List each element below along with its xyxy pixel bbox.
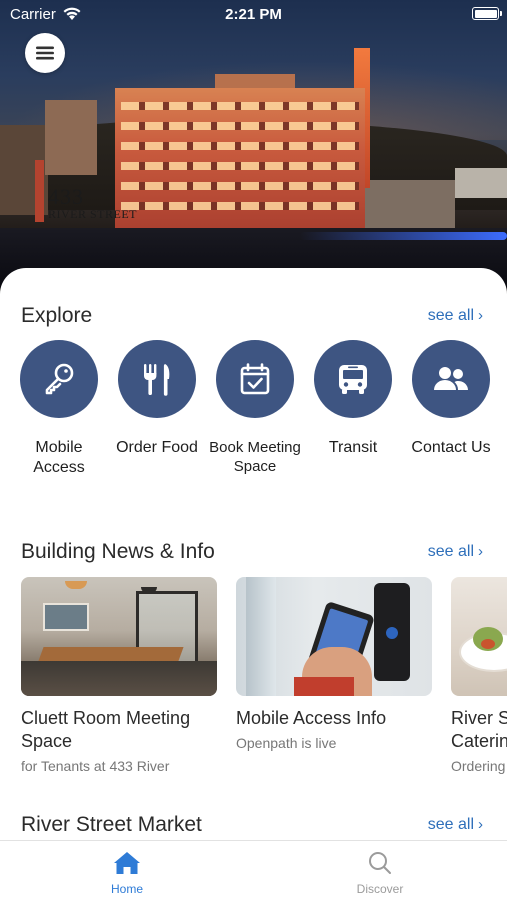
- card-title: Mobile Access Info: [236, 708, 387, 728]
- explore-item-label: Order Food: [116, 439, 198, 456]
- home-icon: [114, 852, 140, 874]
- card-title: Cluett Room Meeting Space: [21, 708, 191, 751]
- news-title: Building News & Info: [21, 540, 215, 563]
- news-card-river-street-catering[interactable]: River S Caterin Ordering: [451, 577, 507, 774]
- tab-discover[interactable]: Discover: [330, 851, 430, 896]
- explore-order-food[interactable]: Order Food: [107, 340, 207, 458]
- catering-photo: [451, 577, 507, 696]
- calendar-check-icon: [216, 340, 294, 418]
- clock: 2:21 PM: [225, 6, 282, 23]
- chevron-right-icon: ›: [478, 307, 483, 324]
- hero-image: 433 RIVER STREET: [0, 0, 507, 300]
- chevron-right-icon: ›: [478, 816, 483, 833]
- mobile-access-photo: [236, 577, 432, 696]
- search-icon: [369, 852, 391, 874]
- chevron-right-icon: ›: [478, 543, 483, 560]
- news-card-cluett-room[interactable]: Cluett Room Meeting Space for Tenants at …: [21, 577, 217, 774]
- market-see-all-link[interactable]: see all ›: [428, 816, 483, 834]
- explore-contact-us[interactable]: Contact Us: [401, 340, 501, 458]
- explore-item-label: Contact Us: [411, 439, 491, 456]
- card-subtitle: Openpath is live: [236, 735, 337, 751]
- card-subtitle: Ordering: [451, 758, 506, 774]
- building-logo-mark: [35, 160, 44, 222]
- news-see-all-link[interactable]: see all ›: [428, 543, 483, 561]
- meeting-room-photo: [21, 577, 217, 696]
- explore-item-label: Transit: [328, 439, 378, 456]
- explore-title: Explore: [21, 304, 93, 327]
- card-subtitle: for Tenants at 433 River: [21, 758, 170, 774]
- tab-label: Discover: [356, 882, 404, 896]
- menu-button[interactable]: [25, 33, 65, 73]
- card-title: River S Caterin: [451, 708, 507, 751]
- news-card-mobile-access-info[interactable]: Mobile Access Info Openpath is live: [236, 577, 432, 751]
- bus-icon: [314, 340, 392, 418]
- status-bar: Carrier 2:21 PM: [0, 0, 507, 28]
- explore-see-all-link[interactable]: see all ›: [428, 307, 483, 325]
- explore-mobile-access[interactable]: Mobile Access: [9, 340, 109, 478]
- hamburger-icon: [36, 46, 54, 60]
- key-icon: [20, 340, 98, 418]
- users-icon: [412, 340, 490, 418]
- tab-home[interactable]: Home: [77, 851, 177, 896]
- explore-transit[interactable]: Transit: [303, 340, 403, 458]
- market-title: River Street Market: [21, 813, 202, 836]
- utensils-icon: [118, 340, 196, 418]
- explore-item-label: Mobile Access: [33, 439, 85, 476]
- battery-icon: [472, 7, 502, 20]
- tab-bar: Home Discover: [0, 840, 507, 900]
- building-logo: 433 RIVER STREET: [48, 184, 137, 221]
- content-sheet: Explore see all › Mobile Access Order Foo…: [0, 268, 507, 840]
- explore-book-meeting-space[interactable]: Book Meeting Space: [205, 340, 305, 476]
- explore-item-label: Book Meeting Space: [209, 439, 301, 475]
- tab-label: Home: [110, 882, 143, 896]
